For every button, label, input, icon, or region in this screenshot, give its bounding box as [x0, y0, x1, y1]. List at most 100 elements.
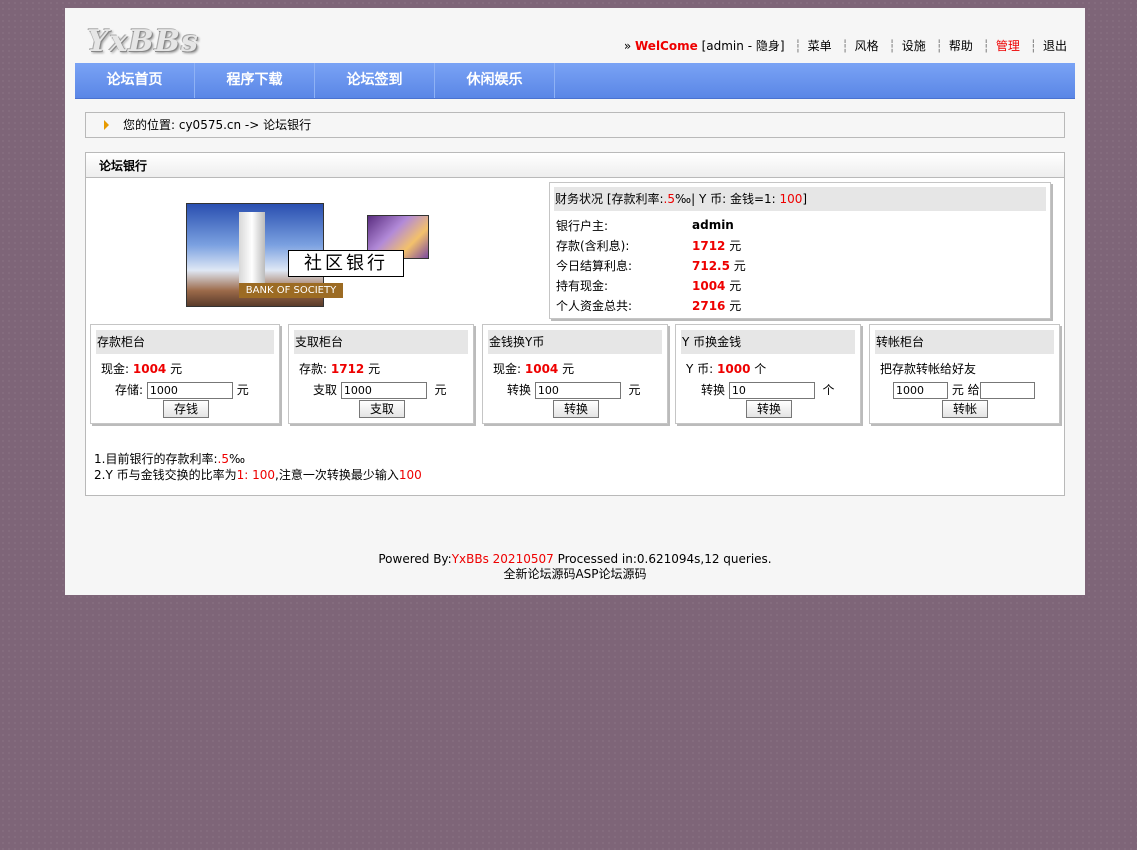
transfer-amount-input[interactable] [893, 382, 948, 399]
unit: 元 [236, 383, 249, 397]
user-status-link[interactable]: [admin - 隐身] [702, 39, 785, 53]
menu-link-facilities[interactable]: 设施 [902, 39, 926, 53]
convert-to-money-button[interactable]: 转换 [746, 400, 793, 418]
bank-panel: 论坛银行 社区银行 BANK OF SOCIETY 财务状况 [存款利率:.5‰… [85, 152, 1065, 496]
withdraw-amount-input[interactable] [340, 382, 427, 399]
footer-brand-link[interactable]: YxBBs 20210507 [452, 552, 554, 566]
note-text: 1.目前银行的存款利率: [94, 452, 218, 466]
deposit-value: 1712 [692, 238, 726, 253]
menu-link-manage[interactable]: 管理 [996, 39, 1020, 53]
top-menu: » WelCome [admin - 隐身] ┆ 菜单 ┆ 风格 ┆ 设施 ┆ 帮助 ┆… [624, 37, 1067, 54]
deposit-amount-input[interactable] [146, 382, 233, 399]
table-row: 个人资金总共: 2716 元 [556, 295, 746, 315]
note-line: 2.Y 币与金钱交换的比率为1: 100,注意一次转换最少输入100 [94, 467, 422, 483]
welcome-text: WelCome [635, 39, 698, 53]
total-funds-value: 2716 [692, 298, 726, 313]
status-table: 银行户主: admin 存款(含利息): 1712 元 今日结算利息: 712.5 元… [556, 215, 746, 315]
status-head-text: ‰| Y 币: 金钱=1: [675, 192, 780, 206]
deposit-counter: 存款柜台 现金: 1004 元 存储: 元 存钱 [90, 324, 280, 424]
nav-entertainment[interactable]: 休闲娱乐 [435, 63, 555, 98]
menu-link-help[interactable]: 帮助 [949, 39, 973, 53]
menu-prefix: » [623, 39, 632, 53]
interest-value: 712.5 [692, 258, 730, 273]
unit: 元 [368, 362, 381, 376]
note-min-value: 100 [398, 468, 422, 482]
menu-separator: ┆ [794, 39, 802, 53]
table-row: 存款(含利息): 1712 元 [556, 235, 746, 255]
breadcrumb: 您的位置: cy0575.cn -> 论坛银行 [85, 112, 1065, 138]
counter-info-value: 1004 [132, 362, 167, 376]
unit: 个 [822, 383, 835, 397]
status-label: 持有现金: [556, 278, 609, 293]
coin-buy-input[interactable] [534, 382, 621, 399]
nav-forum-home[interactable]: 论坛首页 [75, 63, 195, 98]
cash-value: 1004 [692, 278, 726, 293]
page-footer: Powered By:YxBBs 20210507 Processed in:0… [65, 552, 1085, 582]
unit: 元 [434, 383, 447, 397]
status-interest-rate: .5 [663, 192, 675, 206]
counter-info: 把存款转帐给好友 [880, 360, 976, 377]
page-container: YxBBs » WelCome [admin - 隐身] ┆ 菜单 ┆ 风格 ┆ 设施… [65, 8, 1085, 595]
menu-link-style[interactable]: 风格 [855, 39, 879, 53]
menu-separator: ┆ [841, 39, 849, 53]
counter-info-label: 现金: [101, 362, 130, 376]
note-ratio-value: 1: 100 [236, 468, 276, 482]
counter-input-label: 转换 [507, 383, 532, 397]
unit: 个 [754, 362, 767, 376]
deposit-button[interactable]: 存钱 [163, 400, 210, 418]
note-text: ,注意一次转换最少输入 [275, 468, 399, 482]
note-rate-value: .5 [217, 452, 229, 466]
status-label: 存款(含利息): [556, 238, 630, 253]
coin-sell-input[interactable] [728, 382, 815, 399]
counter-title: Y 币换金钱 [681, 330, 855, 354]
coin-to-money-counter: Y 币换金钱 Y 币: 1000 个 转换 个 转换 [675, 324, 861, 424]
convert-to-coin-button[interactable]: 转换 [553, 400, 600, 418]
note-text: 2.Y 币与金钱交换的比率为 [94, 468, 237, 482]
menu-link-menu[interactable]: 菜单 [808, 39, 832, 53]
table-row: 持有现金: 1004 元 [556, 275, 746, 295]
status-label: 个人资金总共: [556, 298, 633, 313]
table-row: 今日结算利息: 712.5 元 [556, 255, 746, 275]
counter-info: Y 币: 1000 个 [686, 360, 766, 377]
counter-input-row: 支取 元 [313, 381, 447, 399]
note-text: ‰ [228, 452, 246, 466]
bank-image-label: 社区银行 [288, 250, 404, 277]
menu-separator: ┆ [1029, 39, 1037, 53]
unit: 元 [628, 383, 641, 397]
withdraw-button[interactable]: 支取 [359, 400, 406, 418]
counter-info: 现金: 1004 元 [101, 360, 182, 377]
nav-checkin[interactable]: 论坛签到 [315, 63, 435, 98]
unit: 元 给 [951, 383, 980, 397]
counter-input-label: 支取 [313, 383, 338, 397]
menu-separator: ┆ [888, 39, 896, 53]
counter-info-label: 存款: [299, 362, 328, 376]
status-value: 1712 元 [692, 235, 746, 255]
status-value: admin [692, 215, 746, 235]
footer-line: Powered By:YxBBs 20210507 Processed in:0… [65, 552, 1085, 567]
withdraw-counter: 支取柜台 存款: 1712 元 支取 元 支取 [288, 324, 474, 424]
triangle-right-icon [104, 120, 109, 130]
financial-status-box: 财务状况 [存款利率:.5‰| Y 币: 金钱=1: 100] 银行户主: adm… [549, 182, 1051, 319]
unit: 元 [562, 362, 575, 376]
nav-downloads[interactable]: 程序下载 [195, 63, 315, 98]
footer-processed-text: Processed in:0.621094s,12 queries. [553, 552, 772, 566]
bank-title: 论坛银行 [86, 153, 1064, 178]
transfer-button[interactable]: 转帐 [942, 400, 989, 418]
counter-input-row: 转换 个 [701, 381, 835, 399]
unit: 元 [729, 298, 742, 313]
counter-title: 转帐柜台 [875, 330, 1054, 354]
main-navbar: 论坛首页 程序下载 论坛签到 休闲娱乐 [75, 63, 1075, 99]
status-value: 1004 元 [692, 275, 746, 295]
status-head-text: ] [802, 192, 808, 206]
status-label: 今日结算利息: [556, 258, 633, 273]
counter-input-row: 转换 元 [507, 381, 641, 399]
counter-info-value: 1004 [524, 362, 559, 376]
unit: 元 [729, 238, 742, 253]
transfer-counter: 转帐柜台 把存款转帐给好友 元 给 转帐 [869, 324, 1060, 424]
transfer-recipient-input[interactable] [979, 382, 1035, 399]
unit: 元 [729, 278, 742, 293]
menu-link-logout[interactable]: 退出 [1043, 39, 1067, 53]
footer-tagline: 全新论坛源码ASP论坛源码 [503, 567, 647, 581]
site-logo[interactable]: YxBBs [87, 24, 199, 59]
breadcrumb-text[interactable]: 您的位置: cy0575.cn -> 论坛银行 [123, 113, 311, 137]
